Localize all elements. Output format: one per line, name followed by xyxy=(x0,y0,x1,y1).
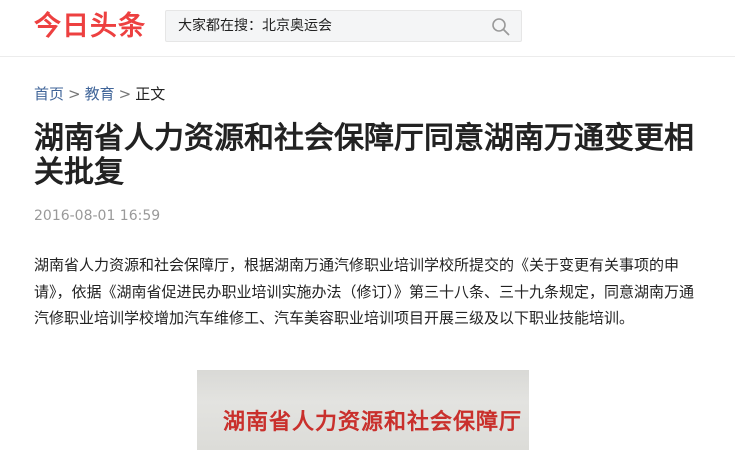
breadcrumb-separator: > xyxy=(118,85,132,103)
search-input[interactable] xyxy=(178,11,478,41)
article-timestamp: 2016-08-01 16:59 xyxy=(34,208,161,224)
site-logo[interactable]: 今日头条 xyxy=(34,10,146,44)
article-title: 湖南省人力资源和社会保障厅同意湖南万通变更相关批复 xyxy=(34,121,694,190)
breadcrumb: 首页 > 教育 > 正文 xyxy=(34,84,165,104)
breadcrumb-category-link[interactable]: 教育 xyxy=(85,85,115,103)
article-image-caption-text: 湖南省人力资源和社会保障厅 xyxy=(223,409,523,435)
breadcrumb-separator: > xyxy=(68,85,81,103)
article-paragraph: 湖南省人力资源和社会保障厅，根据湖南万通汽修职业培训学校所提交的《关于变更有关事… xyxy=(34,256,695,327)
breadcrumb-home-link[interactable]: 首页 xyxy=(34,85,64,103)
search-box xyxy=(165,10,522,42)
search-icon[interactable] xyxy=(491,17,511,37)
top-navigation-bar: 今日头条 xyxy=(0,0,735,57)
article-image[interactable]: 湖南省人力资源和社会保障厅 xyxy=(197,370,529,450)
breadcrumb-current: 正文 xyxy=(135,85,166,103)
